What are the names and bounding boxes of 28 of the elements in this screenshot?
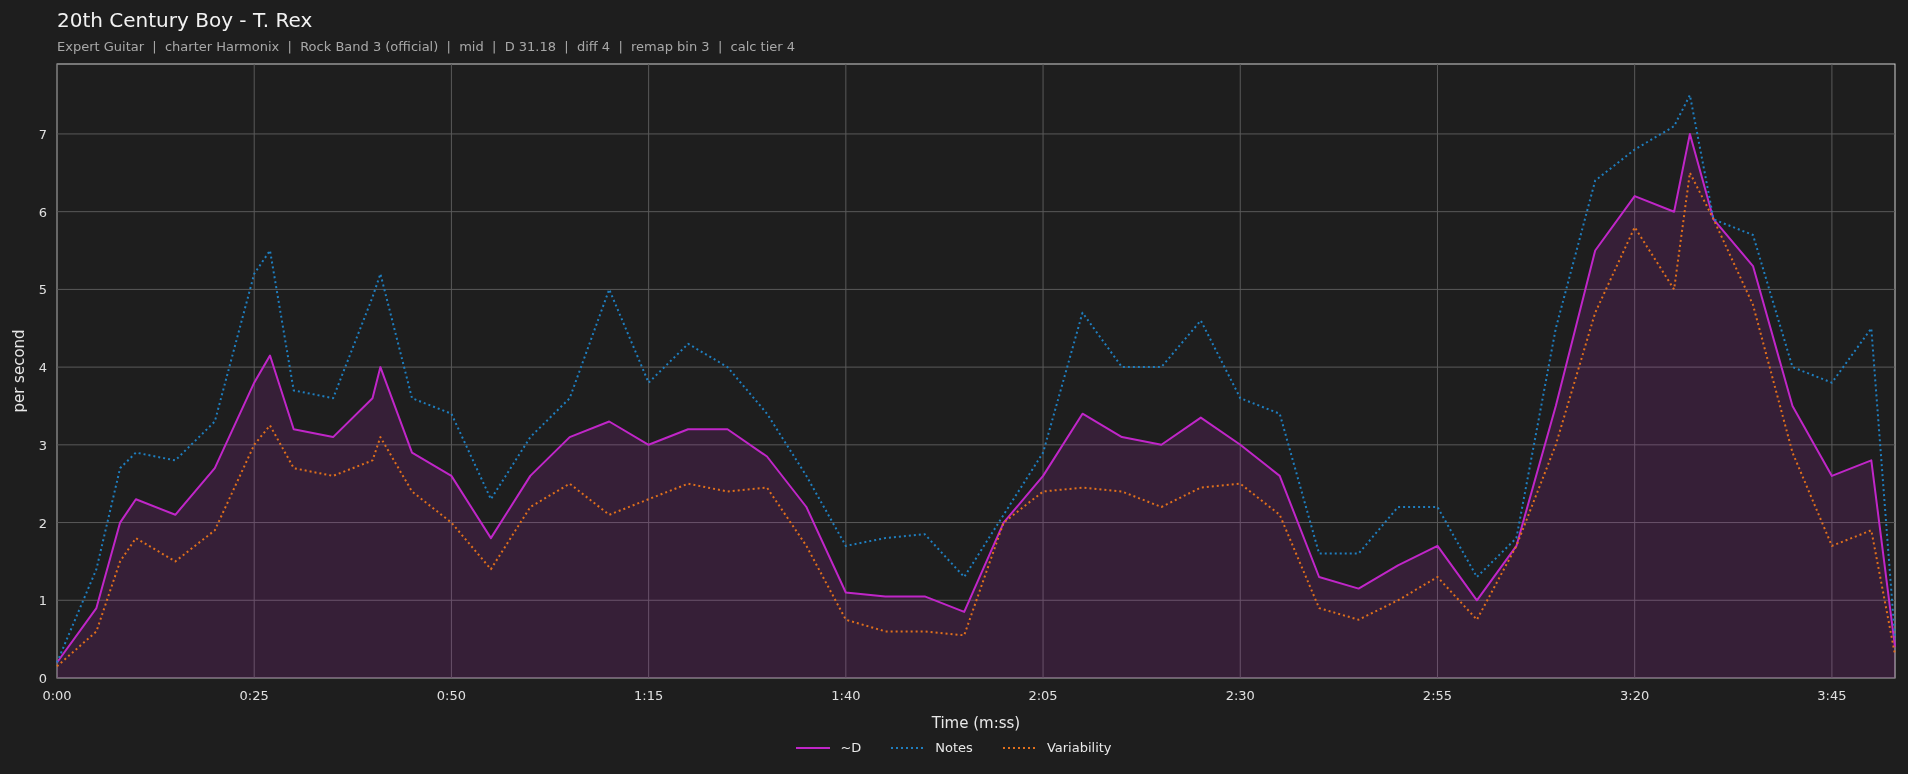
x-tick-label: 2:55 — [1422, 688, 1453, 703]
y-tick-label: 5 — [38, 282, 47, 298]
y-tick-label: 1 — [38, 593, 47, 609]
legend-label: Variability — [1046, 740, 1112, 755]
legend-label: ~D — [840, 740, 862, 755]
y-tick-label: 2 — [38, 515, 47, 531]
x-tick-label: 0:50 — [436, 688, 466, 703]
legend-line-icon — [1002, 745, 1037, 750]
y-axis-label: per second — [10, 329, 28, 413]
x-tick-label: 0:25 — [239, 688, 269, 703]
x-tick-label: 2:05 — [1028, 688, 1058, 703]
x-axis-label: Time (m:ss) — [931, 714, 1021, 732]
x-tick-label: 3:45 — [1817, 688, 1847, 703]
y-tick-label: 4 — [38, 360, 47, 376]
x-tick-label: 1:40 — [831, 688, 861, 703]
x-tick-label: 2:30 — [1225, 688, 1255, 703]
legend-line-icon — [891, 745, 926, 750]
x-tick-label: 0:00 — [42, 688, 72, 703]
y-tick-label: 0 — [38, 671, 47, 686]
legend-line-icon — [796, 745, 831, 750]
x-tick-label: 1:15 — [634, 688, 664, 703]
chart-title: 20th Century Boy - T. Rex — [57, 8, 314, 32]
y-tick-label: 3 — [38, 437, 47, 453]
x-tick-label: 3:20 — [1620, 688, 1650, 703]
y-tick-label: 6 — [38, 204, 47, 220]
legend-label: Notes — [935, 740, 973, 755]
y-tick-label: 7 — [38, 126, 47, 142]
chart-subtitle: Expert Guitar | charter Harmonix | Rock Band 3 (official) | mid | D 31.18 | diff 4 | remap bin 3 | calc tier 4 — [57, 39, 796, 54]
